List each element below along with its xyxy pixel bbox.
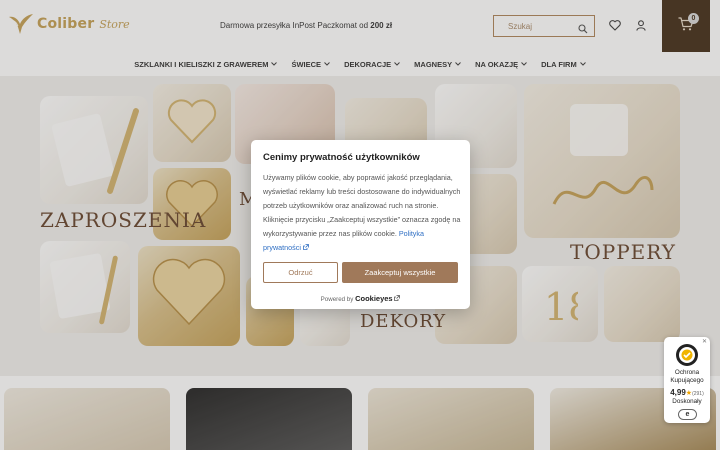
external-link-icon	[303, 243, 309, 250]
trust-score-value: 4,99	[670, 388, 686, 397]
cookie-consent-dialog: Cenimy prywatność użytkowników Używamy p…	[251, 140, 470, 309]
trust-seal-icon	[676, 344, 698, 366]
cookie-body: Używamy plików cookie, aby poprawić jako…	[263, 171, 461, 254]
trusted-shops-mark: e	[678, 409, 697, 420]
trust-line2: Kupującego	[670, 377, 704, 384]
powered-by-text: Powered by	[320, 296, 354, 303]
accept-all-button[interactable]: Zaakceptuj wszystkie	[342, 262, 458, 283]
reject-button[interactable]: Odrzuć	[263, 262, 338, 283]
powered-by: Powered by Cookieyes	[251, 294, 470, 303]
trust-line1: Ochrona	[674, 369, 700, 376]
external-link-icon	[394, 295, 401, 301]
trust-review-count: (291)	[692, 391, 704, 397]
cookie-title: Cenimy prywatność użytkowników	[263, 152, 420, 163]
cookie-text: Używamy plików cookie, aby poprawić jako…	[263, 173, 461, 238]
close-icon[interactable]: ✕	[702, 338, 707, 345]
trust-score: 4,99★(291)	[664, 388, 710, 397]
cookieyes-link[interactable]: Cookieyes	[355, 294, 393, 303]
trusted-shops-badge[interactable]: ✕ Ochrona Kupującego 4,99★(291) Doskonał…	[664, 337, 710, 423]
trust-rating-text: Doskonały	[672, 398, 702, 405]
